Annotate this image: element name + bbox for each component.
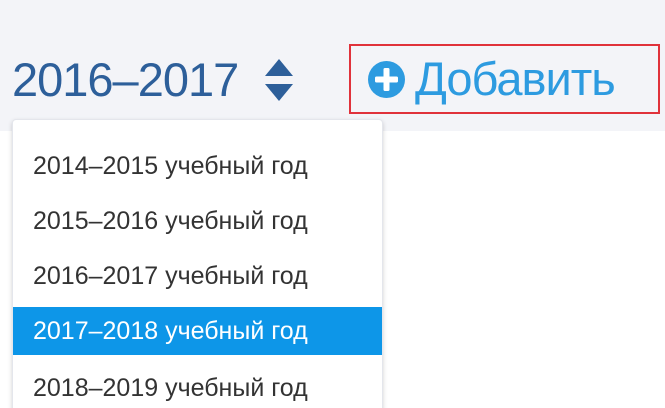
academic-year-selector[interactable]: 2016–2017 [12, 44, 296, 116]
dropdown-option-2016-2017[interactable]: 2016–2017 учебный год [13, 252, 382, 300]
selected-year-value: 2016–2017 [12, 53, 239, 106]
dropdown-option-2015-2016[interactable]: 2015–2016 учебный год [13, 197, 382, 245]
add-button[interactable]: Добавить [349, 44, 660, 114]
sort-icon[interactable] [262, 56, 296, 104]
year-dropdown-menu: 2014–2015 учебный год 2015–2016 учебный … [12, 119, 383, 408]
screen: 2016–2017 Добавить 2014–2015 учебный год… [0, 0, 665, 408]
dropdown-option-2018-2019[interactable]: 2018–2019 учебный год [13, 364, 382, 408]
plus-circle-icon [367, 60, 406, 99]
dropdown-option-2017-2018-selected[interactable]: 2017–2018 учебный год [13, 307, 382, 355]
dropdown-option-2014-2015[interactable]: 2014–2015 учебный год [13, 142, 382, 190]
add-button-label: Добавить [415, 52, 616, 105]
